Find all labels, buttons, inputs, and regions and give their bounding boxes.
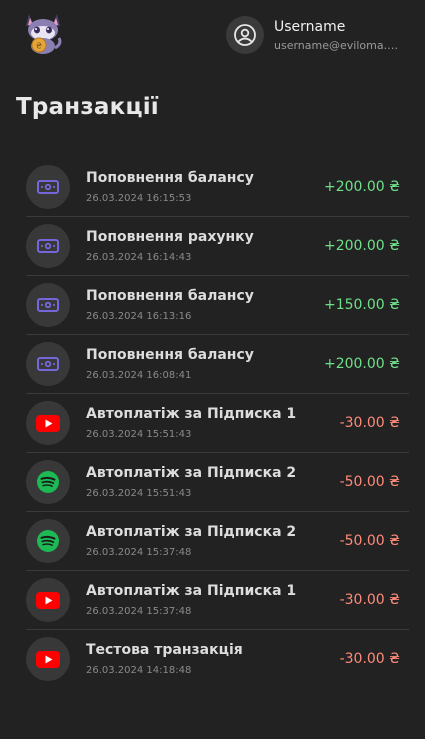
transaction-amount: +200.00 ₴	[323, 356, 400, 372]
money-bill-icon	[26, 283, 70, 327]
transaction-date: 26.03.2024 16:13:16	[86, 311, 192, 322]
username-label: Username	[274, 19, 346, 35]
transaction-date: 26.03.2024 15:51:43	[86, 429, 192, 440]
transaction-amount: -30.00 ₴	[339, 415, 400, 431]
transaction-title: Автоплатіж за Підписка 1	[86, 406, 297, 422]
transaction-title: Тестова транзакція	[86, 642, 243, 658]
page-title: Транзакції	[16, 94, 159, 120]
transaction-row[interactable]: Тестова транзакція 26.03.2024 14:18:48 -30…	[26, 630, 409, 688]
user-email-label: username@eviloma.org	[274, 39, 404, 52]
youtube-icon	[26, 637, 70, 681]
transaction-date: 26.03.2024 15:51:43	[86, 488, 192, 499]
transaction-date: 26.03.2024 15:37:48	[86, 606, 192, 617]
transaction-amount: -50.00 ₴	[339, 474, 400, 490]
transaction-date: 26.03.2024 16:14:43	[86, 252, 192, 263]
transactions-list: Поповнення балансу 26.03.2024 16:15:53 +20…	[26, 158, 409, 688]
user-circle-icon[interactable]	[226, 16, 264, 54]
youtube-icon	[26, 578, 70, 622]
money-bill-icon	[26, 224, 70, 268]
spotify-icon	[26, 460, 70, 504]
transaction-title: Поповнення балансу	[86, 347, 254, 363]
transaction-amount: +200.00 ₴	[323, 238, 400, 254]
transaction-title: Автоплатіж за Підписка 2	[86, 465, 297, 481]
youtube-icon	[26, 401, 70, 445]
transaction-amount: -30.00 ₴	[339, 592, 400, 608]
money-bill-icon	[26, 165, 70, 209]
transaction-amount: -30.00 ₴	[339, 651, 400, 667]
transaction-row[interactable]: Поповнення балансу 26.03.2024 16:08:41 +20…	[26, 335, 409, 394]
transaction-date: 26.03.2024 16:08:41	[86, 370, 192, 381]
transaction-row[interactable]: Поповнення балансу 26.03.2024 16:13:16 +15…	[26, 276, 409, 335]
app-header: ₴ Username username@eviloma.org	[0, 0, 425, 80]
transaction-row[interactable]: Автоплатіж за Підписка 1 26.03.2024 15:37…	[26, 571, 409, 630]
transaction-date: 26.03.2024 16:15:53	[86, 193, 192, 204]
user-info: Username username@eviloma.org	[274, 18, 404, 54]
svg-text:₴: ₴	[36, 42, 42, 51]
transaction-date: 26.03.2024 15:37:48	[86, 547, 192, 558]
transaction-title: Поповнення балансу	[86, 288, 254, 304]
user-profile[interactable]: Username username@eviloma.org	[226, 16, 404, 54]
transaction-date: 26.03.2024 14:18:48	[86, 665, 192, 676]
transaction-row[interactable]: Автоплатіж за Підписка 2 26.03.2024 15:37…	[26, 512, 409, 571]
money-bill-icon	[26, 342, 70, 386]
transaction-amount: +150.00 ₴	[323, 297, 400, 313]
transaction-amount: +200.00 ₴	[323, 179, 400, 195]
transaction-title: Поповнення балансу	[86, 170, 254, 186]
transaction-row[interactable]: Поповнення балансу 26.03.2024 16:15:53 +20…	[26, 158, 409, 217]
transaction-title: Автоплатіж за Підписка 2	[86, 524, 297, 540]
transaction-title: Поповнення рахунку	[86, 229, 254, 245]
transaction-row[interactable]: Поповнення рахунку 26.03.2024 16:14:43 +20…	[26, 217, 409, 276]
spotify-icon	[26, 519, 70, 563]
cat-mascot-logo-icon[interactable]: ₴	[22, 10, 64, 54]
transaction-row[interactable]: Автоплатіж за Підписка 1 26.03.2024 15:51…	[26, 394, 409, 453]
transaction-row[interactable]: Автоплатіж за Підписка 2 26.03.2024 15:51…	[26, 453, 409, 512]
transaction-amount: -50.00 ₴	[339, 533, 400, 549]
transaction-title: Автоплатіж за Підписка 1	[86, 583, 297, 599]
